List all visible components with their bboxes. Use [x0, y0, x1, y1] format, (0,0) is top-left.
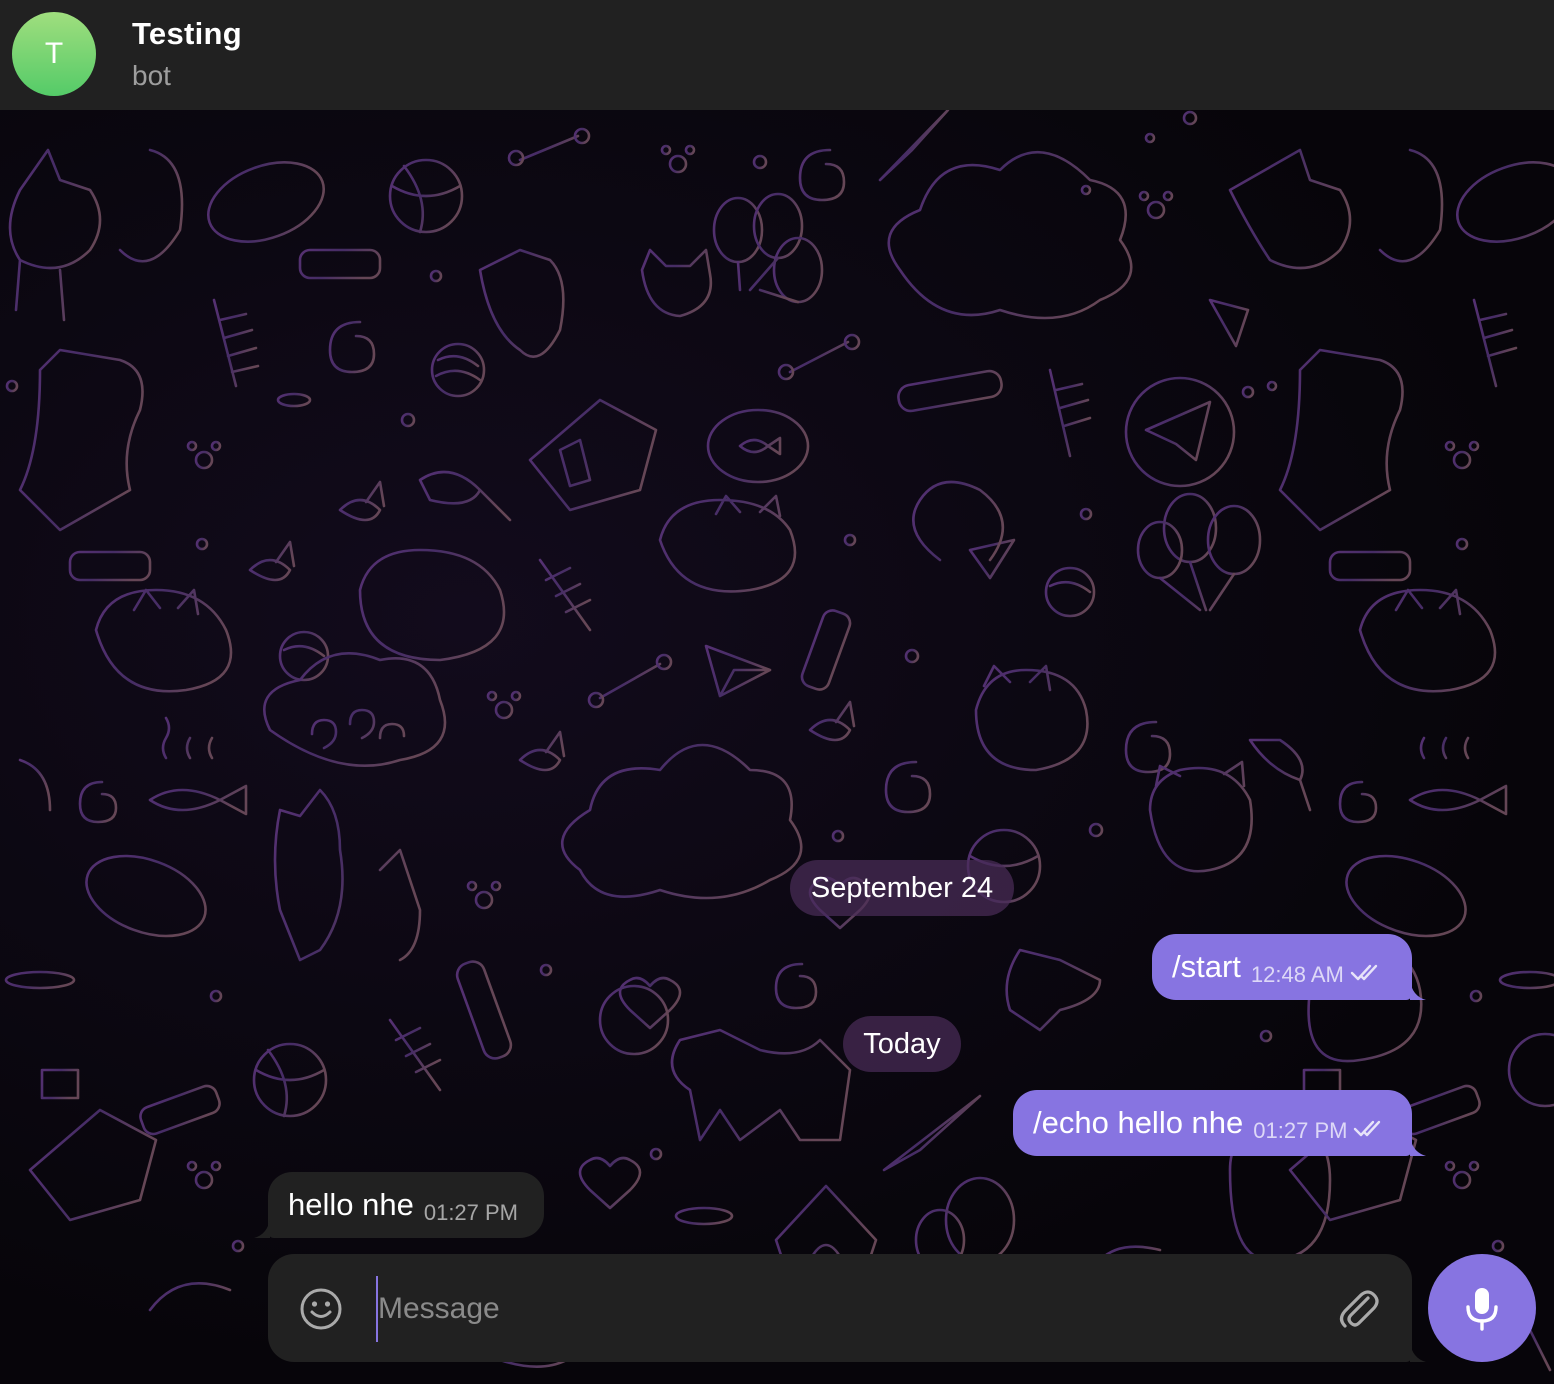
message-list[interactable]: September 24 /start 12:48 AM Today /echo… [0, 110, 1554, 1384]
chat-header[interactable]: T Testing bot [0, 0, 1554, 110]
message-input[interactable] [376, 1276, 1320, 1342]
message-bubble-incoming[interactable]: hello nhe 01:27 PM [254, 1172, 544, 1238]
double-check-icon [1350, 962, 1384, 988]
record-voice-button[interactable] [1428, 1254, 1536, 1362]
chat-title[interactable]: Testing [132, 16, 242, 52]
date-label: Today [863, 1027, 941, 1060]
paperclip-icon [1339, 1290, 1379, 1328]
bubble-tail [254, 1218, 270, 1238]
emoji-button[interactable] [298, 1286, 344, 1332]
message-meta: 12:48 AM [1251, 962, 1384, 988]
composer-tail [1410, 1342, 1426, 1362]
message-text: /echo hello nhe [1033, 1105, 1244, 1140]
message-meta: 01:27 PM [424, 1200, 518, 1226]
message-time: 01:27 PM [1253, 1118, 1348, 1143]
message-bubble-outgoing[interactable]: /echo hello nhe 01:27 PM [1013, 1090, 1426, 1156]
bubble-tail [1410, 1136, 1426, 1156]
bubble-tail [1410, 980, 1426, 1000]
date-separator: Today [843, 1016, 961, 1072]
microphone-icon [1466, 1288, 1498, 1331]
message-time: 01:27 PM [423, 1200, 519, 1225]
message-bubble-outgoing[interactable]: /start 12:48 AM [1152, 934, 1426, 1000]
message-composer [268, 1254, 1426, 1362]
chat-subtitle: bot [132, 60, 171, 91]
attach-button[interactable] [1334, 1284, 1384, 1334]
message-text: hello nhe [288, 1187, 414, 1222]
date-separator: September 24 [790, 860, 1014, 916]
date-label: September 24 [810, 871, 994, 904]
telegram-chat-window: T Testing bot September 24 /start 12:48 … [0, 0, 1554, 1384]
double-check-icon [1353, 1118, 1387, 1144]
smile-icon [300, 1288, 342, 1330]
message-text: /start [1172, 949, 1241, 984]
message-meta: 01:27 PM [1253, 1118, 1387, 1144]
avatar-letter: T [44, 37, 64, 70]
background-doodle-pattern [4, 110, 1554, 1372]
avatar[interactable]: T [12, 12, 96, 96]
message-time: 12:48 AM [1250, 962, 1344, 987]
